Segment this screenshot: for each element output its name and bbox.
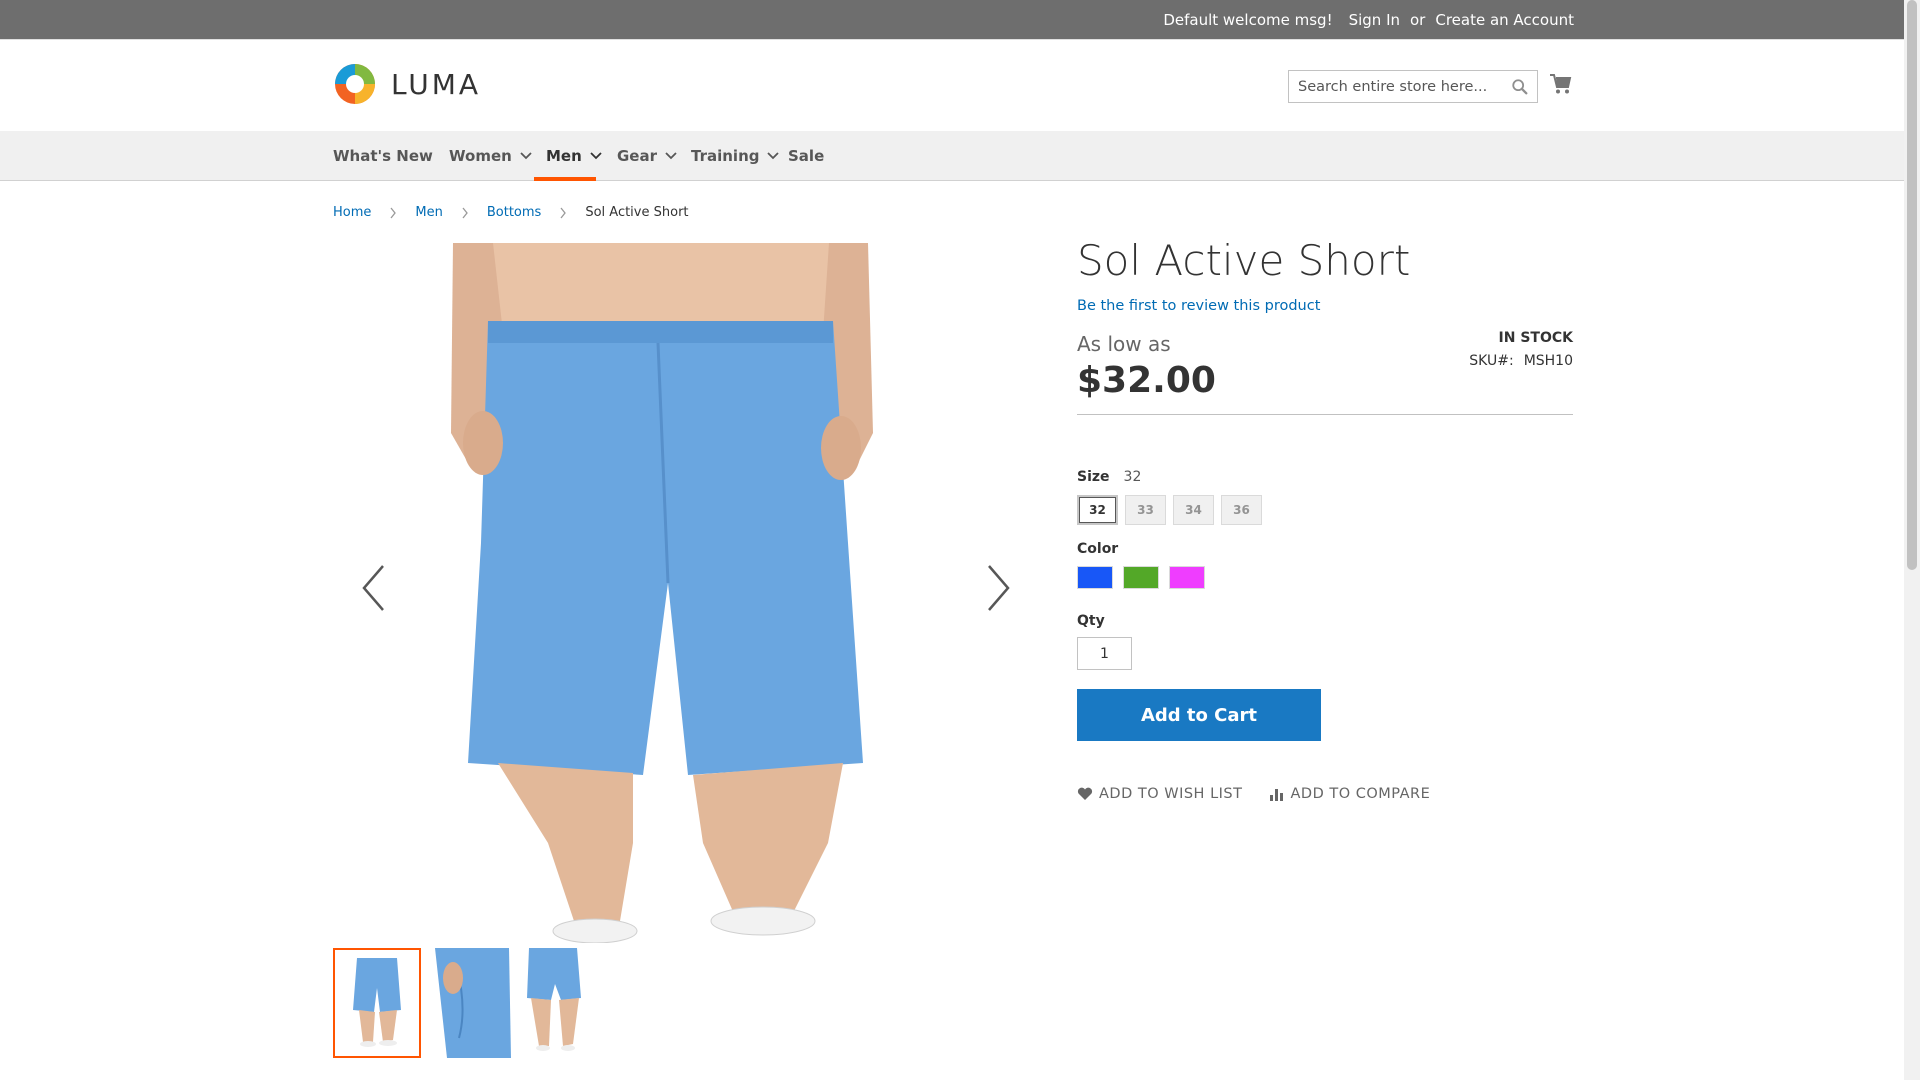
nav-label: Women [449,147,512,165]
nav-label: Men [546,147,582,165]
thumbnail-3[interactable] [521,948,609,1058]
add-to-cart-button[interactable]: Add to Cart [1077,689,1321,741]
thumbnail-image [427,948,515,1058]
scrollbar-thumb[interactable] [1907,0,1917,570]
nav-item-sale[interactable]: Sale [788,131,824,181]
thumbnail-image [335,950,419,1056]
heart-icon [1077,787,1093,800]
nav-item-training[interactable]: Training [691,131,780,181]
price-box: As low as $32.00 In stock SKU#: MSH10 [1077,330,1573,404]
product-actions: Add to Wish List Add to Compare [1077,786,1573,802]
color-swatch-blue[interactable] [1077,566,1113,589]
gallery-thumbnails [333,948,609,1058]
stock-status: In stock [1498,330,1573,346]
search-input[interactable] [1289,71,1499,102]
compare-icon [1270,789,1284,801]
header: LUMA [0,40,1904,131]
size-swatch-32[interactable]: 32 [1077,495,1118,525]
size-swatches: 32 33 34 36 [1077,495,1573,525]
product-info: Sol Active Short Be the first to review … [1077,235,1573,802]
nav-item-whats-new[interactable]: What's New [333,131,433,181]
nav-item-gear[interactable]: Gear [617,131,677,181]
sku-value: MSH10 [1523,353,1573,369]
nav-item-men[interactable]: Men [546,131,602,181]
chevron-right-icon [560,207,567,218]
product-main-image [451,243,873,943]
size-swatch-36[interactable]: 36 [1221,495,1262,525]
breadcrumb: Home Men Bottoms Sol Active Short [333,205,689,220]
breadcrumb-home[interactable]: Home [333,205,371,220]
main-nav: What's New Women Men Gear Training Sale [0,131,1904,181]
chevron-down-icon [665,152,677,160]
chevron-right-icon [462,207,468,218]
page-scrollbar[interactable] [1904,0,1920,1080]
search-icon[interactable] [1511,78,1529,96]
page: Default welcome msg! Sign In or Create a… [0,0,1904,1080]
nav-item-women[interactable]: Women [449,131,532,181]
add-to-compare-link[interactable]: Add to Compare [1270,786,1430,802]
create-account-link[interactable]: Create an Account [1435,11,1574,29]
nav-label: Training [691,147,760,165]
sku-info: SKU#: MSH10 [1469,353,1573,369]
logo-text: LUMA [391,67,482,101]
review-link[interactable]: Be the first to review this product [1077,298,1320,314]
size-swatch-34[interactable]: 34 [1173,495,1214,525]
welcome-message: Default welcome msg! [1163,11,1333,29]
top-bar: Default welcome msg! Sign In or Create a… [0,0,1904,40]
nav-label: Sale [788,147,825,165]
sign-in-link[interactable]: Sign In [1349,11,1400,29]
gallery-prev-arrow-icon[interactable] [359,563,389,613]
thumbnail-2[interactable] [427,948,515,1058]
thumbnail-1[interactable] [333,948,421,1058]
top-links: Default welcome msg! Sign In or Create a… [1163,0,1574,40]
breadcrumb-current: Sol Active Short [585,205,689,220]
color-swatch-green[interactable] [1123,566,1159,589]
nav-label: Gear [617,147,658,165]
wishlist-label: Add to Wish List [1099,786,1243,802]
sku-label: SKU#: [1469,353,1514,369]
luma-logo-icon [335,64,375,104]
size-selected-value: 32 [1123,469,1142,485]
divider [1077,414,1573,415]
cart-icon[interactable] [1549,72,1573,96]
chevron-right-icon [390,207,397,218]
compare-label: Add to Compare [1290,786,1431,802]
color-swatch-purple[interactable] [1169,566,1205,589]
chevron-down-icon [767,152,780,160]
qty-input[interactable] [1077,637,1132,670]
product-gallery [333,243,1018,943]
breadcrumb-men[interactable]: Men [415,205,442,220]
chevron-down-icon [590,152,602,160]
nav-label: What's New [333,147,433,165]
thumbnail-image [521,948,609,1058]
active-nav-underline [534,177,596,181]
qty-label: Qty [1077,613,1105,629]
logo[interactable]: LUMA [333,62,481,106]
breadcrumb-bottoms[interactable]: Bottoms [487,205,541,220]
search-box [1288,70,1538,103]
or-text: or [1410,11,1426,29]
size-row: Size 32 [1077,469,1573,485]
product-title: Sol Active Short [1077,236,1411,285]
chevron-down-icon [520,152,532,160]
color-label: Color [1077,541,1119,557]
add-to-wishlist-link[interactable]: Add to Wish List [1077,786,1242,802]
gallery-next-arrow-icon[interactable] [983,563,1013,613]
color-swatches [1077,566,1573,589]
size-label: Size [1077,469,1110,485]
size-swatch-33[interactable]: 33 [1125,495,1166,525]
